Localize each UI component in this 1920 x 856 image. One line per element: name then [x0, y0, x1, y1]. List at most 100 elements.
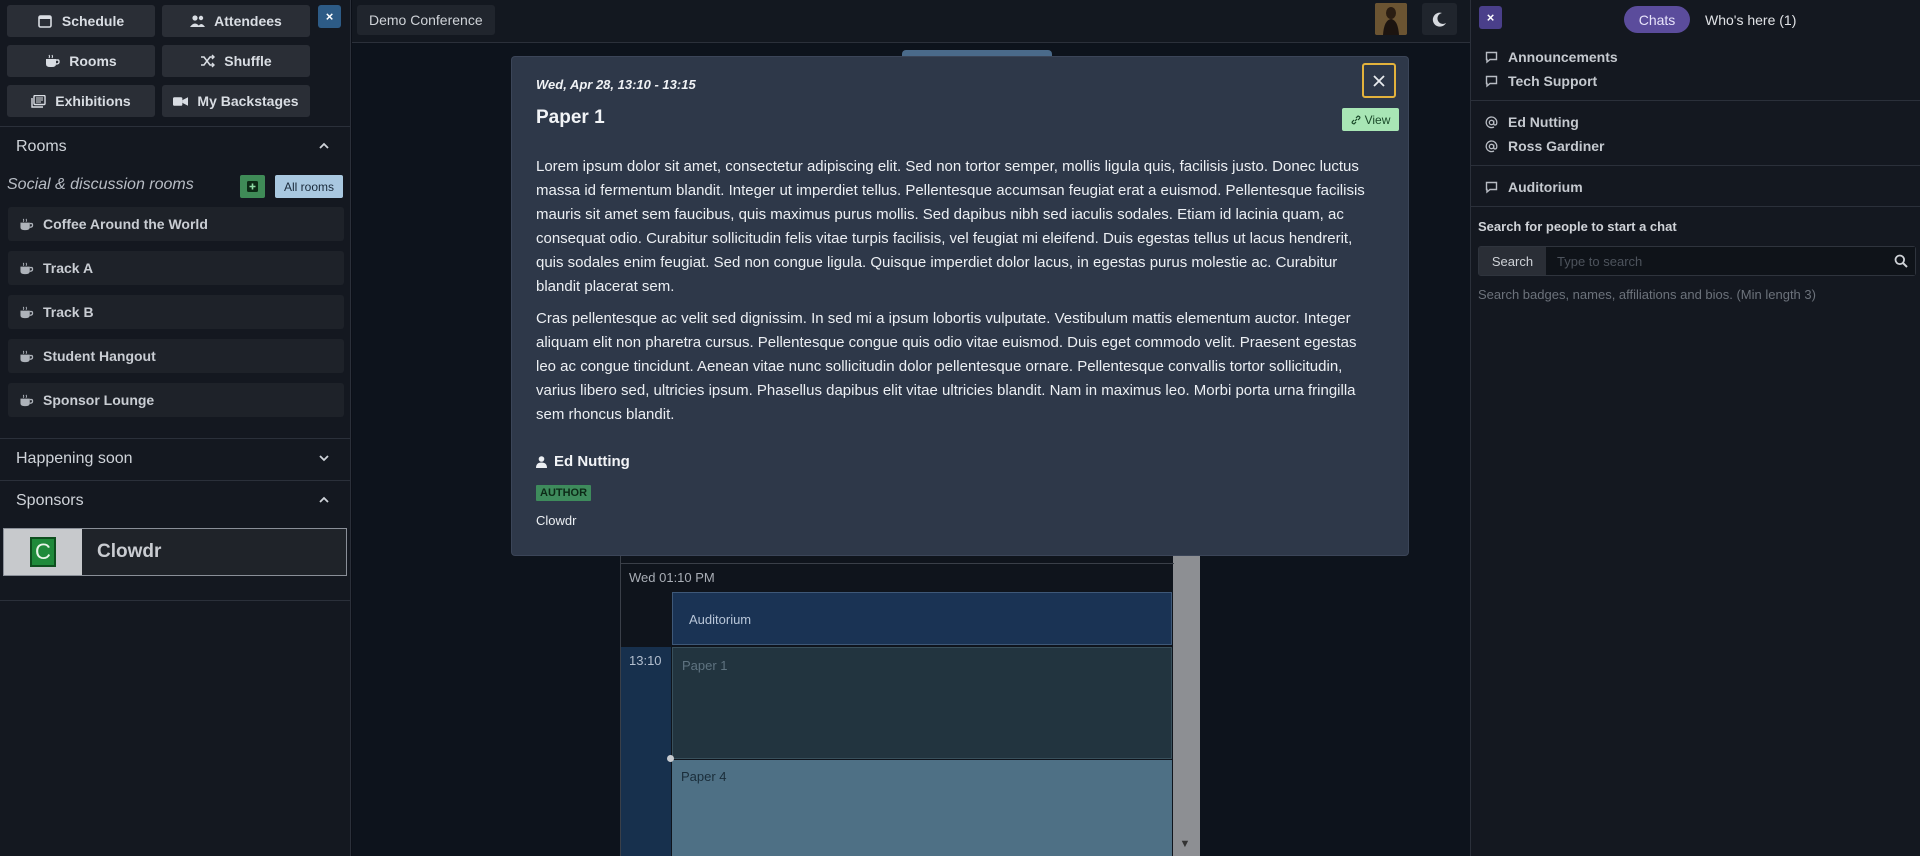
shuffle-button[interactable]: Shuffle [162, 45, 310, 77]
chat-bubble-icon [1485, 75, 1498, 87]
author-affiliation: Clowdr [536, 513, 577, 528]
abstract-paragraph: Cras pellentesque ac velit sed dignissim… [536, 310, 1357, 423]
schedule-label: Schedule [61, 13, 125, 29]
sponsor-logo: C [4, 529, 82, 575]
attendees-label: Attendees [214, 13, 282, 29]
schedule-grid: Wed 01:10 PM Auditorium 13:10 Paper 1 Pa… [620, 555, 1174, 856]
people-search: Search [1478, 246, 1916, 276]
tab-whos-here[interactable]: Who's here (1) [1705, 6, 1796, 33]
schedule-time-column: 13:10 [621, 647, 671, 856]
coffee-icon [20, 350, 34, 362]
schedule-button[interactable]: Schedule [7, 5, 155, 37]
schedule-event[interactable]: Paper 1 [672, 647, 1172, 759]
chat-item-label: Tech Support [1508, 73, 1598, 89]
happening-soon-title: Happening soon [16, 449, 133, 467]
room-item[interactable]: Track A [8, 251, 344, 285]
coffee-icon [20, 306, 34, 318]
schedule-time-label: 13:10 [629, 653, 662, 668]
event-date: Wed, Apr 28, 13:10 - 13:15 [536, 77, 696, 92]
chat-item-label: Ed Nutting [1508, 114, 1579, 130]
coffee-icon [20, 394, 34, 406]
schedule-room-header[interactable]: Auditorium [672, 592, 1172, 645]
coffee-icon [20, 218, 34, 230]
rooms-button[interactable]: Rooms [7, 45, 155, 77]
dark-mode-toggle[interactable] [1422, 3, 1457, 35]
view-label: View [1364, 112, 1391, 127]
abstract-paragraph: Lorem ipsum dolor sit amet, consectetur … [536, 158, 1365, 295]
close-icon: × [325, 9, 334, 24]
chat-item-dm[interactable]: Ross Gardiner [1485, 136, 1604, 156]
close-icon [1373, 74, 1385, 87]
room-item[interactable]: Student Hangout [8, 339, 344, 373]
at-icon [1485, 139, 1498, 152]
chat-item-label: Announcements [1508, 49, 1618, 65]
tab-chats[interactable]: Chats [1624, 6, 1690, 33]
room-label: Track B [43, 304, 94, 320]
left-sidebar: Schedule Attendees × Rooms Shuffle Exhib… [0, 0, 351, 856]
room-label: Sponsor Lounge [43, 392, 155, 408]
video-camera-icon [173, 94, 189, 109]
room-item[interactable]: Coffee Around the World [8, 207, 344, 241]
schedule-time-header: Wed 01:10 PM [621, 563, 1174, 588]
chat-item-announcements[interactable]: Announcements [1485, 47, 1618, 67]
sponsors-header[interactable]: Sponsors [0, 480, 351, 520]
exhibitions-button[interactable]: Exhibitions [7, 85, 155, 117]
close-right-sidebar-button[interactable]: × [1479, 6, 1502, 29]
avatar[interactable] [1375, 3, 1407, 35]
current-time-marker [667, 755, 674, 762]
shuffle-icon [200, 54, 216, 69]
rooms-section-title: Rooms [16, 137, 67, 155]
attendees-button[interactable]: Attendees [162, 5, 310, 37]
happening-soon-header[interactable]: Happening soon [0, 438, 351, 478]
exhibitions-label: Exhibitions [55, 93, 131, 109]
author-name: Ed Nutting [554, 453, 630, 470]
at-icon [1485, 115, 1498, 128]
close-left-sidebar-button[interactable]: × [318, 5, 341, 28]
coffee-icon [45, 54, 60, 69]
room-label: Student Hangout [43, 348, 156, 364]
sponsor-name: Clowdr [97, 541, 162, 562]
exhibition-icon [31, 94, 46, 109]
room-item[interactable]: Track B [8, 295, 344, 329]
search-hint: Search badges, names, affiliations and b… [1478, 287, 1816, 302]
sponsors-title: Sponsors [16, 491, 84, 509]
author-entry[interactable]: Ed Nutting [536, 453, 630, 470]
people-icon [190, 14, 206, 29]
view-button[interactable]: View [1342, 108, 1399, 131]
divider [1471, 100, 1920, 101]
rooms-subtitle: Social & discussion rooms [7, 176, 194, 193]
schedule-view: Wed 01:10 PM Auditorium 13:10 Paper 1 Pa… [620, 555, 1200, 856]
my-backstages-button[interactable]: My Backstages [162, 85, 310, 117]
divider [0, 600, 351, 601]
all-rooms-button[interactable]: All rooms [275, 175, 343, 198]
sponsor-logo-letter: C [30, 537, 56, 567]
conference-breadcrumb[interactable]: Demo Conference [357, 5, 495, 35]
scroll-down-arrow-icon[interactable]: ▼ [1177, 836, 1193, 852]
rooms-section-header[interactable]: Rooms [0, 126, 351, 166]
author-role-badge: AUTHOR [536, 485, 592, 501]
room-label: Coffee Around the World [43, 216, 208, 232]
create-room-button[interactable] [240, 175, 265, 198]
chat-item-tech-support[interactable]: Tech Support [1485, 71, 1597, 91]
search-icon [1894, 254, 1908, 268]
chat-item-room[interactable]: Auditorium [1485, 177, 1583, 197]
schedule-event[interactable]: Paper 4 [672, 760, 1172, 856]
sponsor-card[interactable]: C Clowdr [3, 528, 347, 576]
event-abstract: Lorem ipsum dolor sit amet, consectetur … [536, 155, 1378, 427]
chat-bubble-icon [1485, 51, 1498, 63]
coffee-icon [20, 262, 34, 274]
search-input[interactable] [1546, 247, 1887, 275]
chevron-up-icon [319, 142, 329, 149]
search-submit[interactable] [1887, 247, 1915, 275]
my-backstages-label: My Backstages [197, 93, 299, 109]
chevron-down-icon [319, 455, 329, 462]
close-icon: × [1486, 10, 1495, 25]
user-icon [536, 455, 547, 468]
chat-item-dm[interactable]: Ed Nutting [1485, 112, 1579, 132]
event-details-modal: Wed, Apr 28, 13:10 - 13:15 Paper 1 View … [512, 57, 1408, 555]
room-item[interactable]: Sponsor Lounge [8, 383, 344, 417]
moon-icon [1432, 12, 1446, 27]
chat-item-label: Ross Gardiner [1508, 138, 1605, 154]
search-button[interactable]: Search [1479, 247, 1546, 275]
modal-close-button[interactable] [1362, 63, 1396, 98]
